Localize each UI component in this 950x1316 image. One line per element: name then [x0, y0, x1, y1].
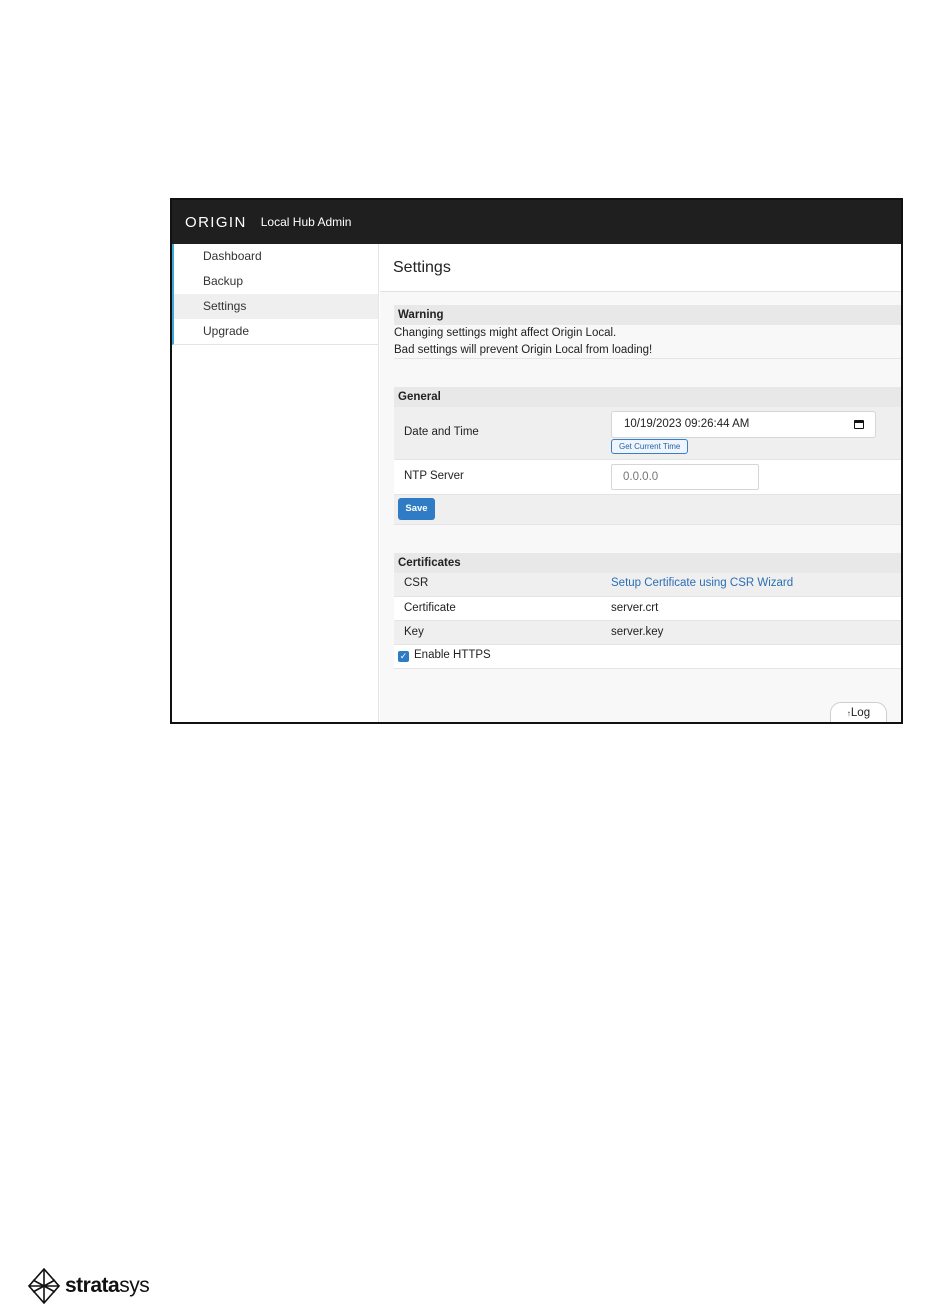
date-time-label: Date and Time: [404, 426, 479, 438]
logo-bold-text: strata: [65, 1274, 120, 1297]
general-heading: General: [394, 387, 901, 407]
top-navbar: ORIGIN Local Hub Admin: [172, 200, 901, 244]
warning-line-2: Bad settings will prevent Origin Local f…: [394, 344, 653, 356]
sidebar-item-dashboard[interactable]: Dashboard: [174, 244, 378, 269]
calendar-icon[interactable]: [854, 420, 864, 429]
sidebar-item-settings[interactable]: Settings: [174, 294, 378, 319]
date-time-row: Date and Time 10/19/2023 09:26:44 AM Get…: [394, 407, 901, 460]
warning-line-1: Changing settings might affect Origin Lo…: [394, 327, 617, 339]
ntp-server-label: NTP Server: [404, 470, 464, 482]
sidebar-item-backup[interactable]: Backup: [174, 269, 378, 294]
enable-https-checkbox[interactable]: ✓: [398, 651, 409, 662]
sidebar: Dashboard Backup Settings Upgrade: [172, 244, 379, 722]
enable-https-row: ✓ Enable HTTPS: [394, 645, 901, 669]
get-current-time-button[interactable]: Get Current Time: [611, 439, 689, 454]
csr-row: CSR Setup Certificate using CSR Wizard: [394, 573, 901, 597]
page-title: Settings: [393, 258, 451, 276]
key-value: server.key: [611, 626, 664, 638]
certificate-row: Certificate server.crt: [394, 597, 901, 621]
csr-label: CSR: [404, 577, 429, 589]
key-row: Key server.key: [394, 621, 901, 645]
warning-heading: Warning: [394, 305, 901, 325]
date-time-input[interactable]: 10/19/2023 09:26:44 AM: [611, 411, 876, 438]
app-title: Local Hub Admin: [260, 215, 352, 229]
admin-window: ORIGIN Local Hub Admin Dashboard Backup …: [170, 198, 903, 724]
stratasys-logo: stratasys: [28, 1268, 150, 1304]
certificate-value: server.crt: [611, 602, 659, 614]
stratasys-logo-icon: [28, 1268, 60, 1304]
brand-logo[interactable]: ORIGIN: [185, 214, 247, 231]
stratasys-wordmark: stratasys: [65, 1274, 150, 1298]
certificates-heading: Certificates: [394, 553, 901, 573]
main-content: Settings Warning Changing settings might…: [380, 244, 901, 722]
sidebar-item-upgrade[interactable]: Upgrade: [174, 319, 378, 344]
ntp-server-input[interactable]: [611, 464, 759, 490]
checkmark-icon: ✓: [399, 651, 408, 661]
enable-https-label: Enable HTTPS: [414, 649, 491, 661]
divider: [394, 358, 901, 359]
certificate-label: Certificate: [404, 602, 456, 614]
save-row: [394, 495, 901, 525]
save-button[interactable]: Save: [398, 498, 435, 520]
page-header: Settings: [380, 244, 901, 292]
sidebar-nav: Dashboard Backup Settings Upgrade: [172, 244, 378, 345]
date-time-value: 10/19/2023 09:26:44 AM: [624, 418, 750, 430]
log-button-label: Log: [850, 707, 871, 719]
ntp-server-row: NTP Server: [394, 460, 901, 495]
logo-light-text: sys: [119, 1274, 150, 1297]
csr-wizard-link[interactable]: Setup Certificate using CSR Wizard: [611, 577, 793, 589]
log-button[interactable]: ↑Log: [830, 702, 887, 722]
key-label: Key: [404, 626, 424, 638]
